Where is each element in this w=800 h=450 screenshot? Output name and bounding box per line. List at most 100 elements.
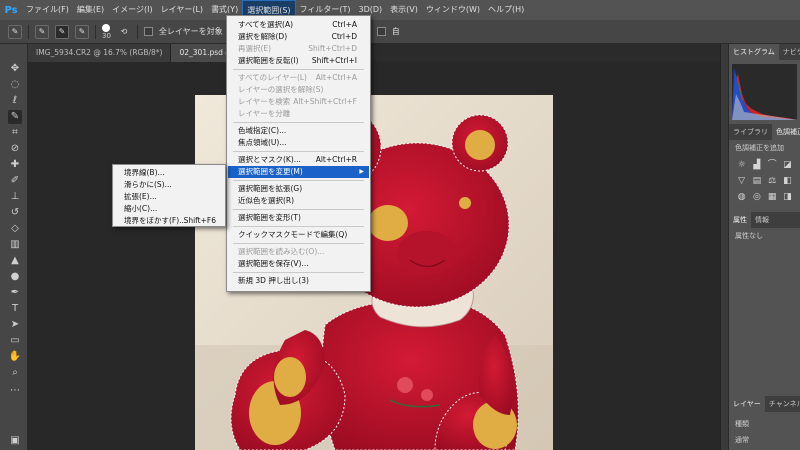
menu-view[interactable]: 表示(V) (386, 0, 422, 20)
menu-item-all-layers[interactable]: すべてのレイヤー(L) Alt+Ctrl+A (228, 72, 369, 84)
submenu-item-feather[interactable]: 境界をぼかす(F)... Shift+F6 (114, 215, 224, 226)
auto-enhance-label: 自 (391, 27, 400, 36)
eraser-tool-icon[interactable]: ◇ (8, 222, 22, 236)
color-balance-icon[interactable]: ⚖ (766, 175, 779, 187)
menu-item-select-all[interactable]: すべてを選択(A) Ctrl+A (228, 19, 369, 31)
menu-item-isolate-layers[interactable]: レイヤーを分離 (228, 108, 369, 120)
tab-libraries[interactable]: ライブラリ (729, 124, 772, 140)
document-canvas[interactable] (28, 62, 720, 450)
menu-item-deselect-layers[interactable]: レイヤーの選択を解除(S) (228, 84, 369, 96)
rectangle-tool-icon[interactable]: ▭ (8, 334, 22, 348)
tab-layers[interactable]: レイヤー (729, 396, 765, 412)
vibrance-icon[interactable]: ▽ (735, 175, 748, 187)
menu-item-select-and-mask[interactable]: 選択とマスク(K)... Alt+Ctrl+R (228, 154, 369, 166)
brightness-contrast-icon[interactable]: ☼ (735, 159, 748, 171)
brush-picker[interactable]: 30 (102, 23, 111, 40)
type-tool-icon[interactable]: T (8, 302, 22, 316)
menu-item-label: 選択を解除(D) (238, 32, 288, 41)
menu-item-load-selection[interactable]: 選択範囲を読み込む(O)... (228, 246, 369, 258)
marquee-tool-icon[interactable]: ◌ (8, 78, 22, 92)
menu-file[interactable]: ファイル(F) (22, 0, 73, 20)
black-white-icon[interactable]: ◧ (781, 175, 794, 187)
menu-item-focus-area[interactable]: 焦点領域(U)... (228, 137, 369, 149)
new-selection-icon[interactable]: ✎ (35, 24, 49, 39)
history-brush-tool-icon[interactable]: ↺ (8, 206, 22, 220)
path-selection-tool-icon[interactable]: ➤ (8, 318, 22, 332)
menu-help[interactable]: ヘルプ(H) (484, 0, 528, 20)
menu-item-deselect[interactable]: 選択を解除(D) Ctrl+D (228, 31, 369, 43)
quick-selection-tool-icon[interactable]: ✎ (8, 110, 22, 124)
menu-item-new-3d-extrusion[interactable]: 新規 3D 押し出し(3) (228, 275, 369, 287)
tab-properties[interactable]: 属性 (729, 212, 751, 228)
tab-adjustments[interactable]: 色調補正 (772, 124, 800, 140)
layers-blend-mode[interactable]: 通常 (729, 432, 755, 448)
menu-item-save-selection[interactable]: 選択範囲を保存(V)... (228, 258, 369, 270)
menu-item-reselect[interactable]: 再選択(E) Shift+Ctrl+D (228, 43, 369, 55)
invert-icon[interactable]: ◨ (781, 191, 794, 203)
menu-layer[interactable]: レイヤー(L) (157, 0, 207, 20)
eyedropper-tool-icon[interactable]: ⊘ (8, 142, 22, 156)
submenu-item-expand[interactable]: 拡張(E)... (114, 191, 224, 202)
sample-all-layers-checkbox[interactable] (143, 27, 153, 36)
menu-separator (233, 180, 364, 181)
separator (95, 24, 96, 39)
hand-tool-icon[interactable]: ✋ (8, 350, 22, 364)
submenu-arrow-icon: ▶ (359, 168, 364, 175)
exposure-icon[interactable]: ◪ (781, 159, 794, 171)
menu-item-quick-mask[interactable]: クイックマスクモードで編集(Q) (228, 229, 369, 241)
brush-size: 30 (102, 31, 111, 40)
more-tools-icon[interactable]: ⋯ (8, 384, 22, 398)
add-to-selection-icon[interactable]: ✎ (55, 24, 69, 39)
layers-filter-kind[interactable]: 種類 (729, 416, 755, 432)
zoom-tool-icon[interactable]: ⌕ (8, 366, 22, 380)
menu-item-label: 選択範囲を拡張(G) (238, 184, 303, 193)
photo-filter-icon[interactable]: ◍ (735, 191, 748, 203)
brush-dot-icon (102, 23, 111, 32)
submenu-item-smooth[interactable]: 滑らかに(S)... (114, 179, 224, 190)
auto-enhance-checkbox[interactable] (376, 27, 386, 36)
submenu-item-label: 拡張(E)... (124, 192, 157, 201)
menu-window[interactable]: ウィンドウ(W) (422, 0, 484, 20)
lasso-tool-icon[interactable]: ℓ (8, 94, 22, 108)
hue-saturation-icon[interactable]: ▤ (750, 175, 763, 187)
menu-item-label: レイヤーを検索 (238, 97, 291, 106)
dodge-tool-icon[interactable]: ● (8, 270, 22, 284)
curves-icon[interactable]: ⌒ (766, 159, 779, 171)
crop-tool-icon[interactable]: ⌗ (8, 126, 22, 140)
quick-mask-icon[interactable]: ▣ (8, 434, 22, 448)
submenu-item-contract[interactable]: 縮小(C)... (114, 203, 224, 214)
subtract-from-selection-icon[interactable]: ✎ (75, 24, 89, 39)
brush-angle-icon[interactable]: ⟲ (117, 25, 131, 39)
menu-item-find-layers[interactable]: レイヤーを検索 Alt+Shift+Ctrl+F (228, 96, 369, 108)
tool-preset-icon[interactable]: ✎ (8, 24, 22, 39)
move-tool-icon[interactable]: ✥ (8, 62, 22, 76)
menu-item-modify[interactable]: 選択範囲を変更(M) ▶ (228, 166, 369, 178)
menu-item-inverse[interactable]: 選択範囲を反転(I) Shift+Ctrl+I (228, 55, 369, 67)
healing-brush-tool-icon[interactable]: ✚ (8, 158, 22, 172)
brush-tool-icon[interactable]: ✐ (8, 174, 22, 188)
levels-icon[interactable]: ▟ (750, 159, 763, 171)
color-lookup-icon[interactable]: ▦ (766, 191, 779, 203)
shortcut: Alt+Ctrl+R (315, 155, 357, 164)
menu-item-similar[interactable]: 近似色を選択(R) (228, 195, 369, 207)
submenu-item-border[interactable]: 境界線(B)... (114, 167, 224, 178)
panel-collapse-strip[interactable] (720, 44, 728, 450)
menu-image[interactable]: イメージ(I) (108, 0, 156, 20)
pen-tool-icon[interactable]: ✒ (8, 286, 22, 300)
tab-channels[interactable]: チャンネル (765, 396, 800, 412)
tab-info[interactable]: 情報 (751, 212, 773, 228)
menu-item-transform-selection[interactable]: 選択範囲を変形(T) (228, 212, 369, 224)
document-tab[interactable]: IMG_5934.CR2 @ 16.7% (RGB/8*) (28, 44, 172, 62)
blur-tool-icon[interactable]: ▲ (8, 254, 22, 268)
gradient-tool-icon[interactable]: ▥ (8, 238, 22, 252)
menu-item-grow[interactable]: 選択範囲を拡張(G) (228, 183, 369, 195)
channel-mixer-icon[interactable]: ◎ (750, 191, 763, 203)
tab-histogram[interactable]: ヒストグラム (729, 44, 779, 60)
menu-item-color-range[interactable]: 色域指定(C)... (228, 125, 369, 137)
clone-stamp-tool-icon[interactable]: ⊥ (8, 190, 22, 204)
menu-edit[interactable]: 編集(E) (73, 0, 108, 20)
tab-navigator[interactable]: ナビゲー (779, 44, 800, 60)
histogram-graph (732, 64, 797, 120)
adjustments-title: 色調補正を追加 (735, 144, 784, 152)
menu-item-label: レイヤーを分離 (238, 109, 291, 118)
